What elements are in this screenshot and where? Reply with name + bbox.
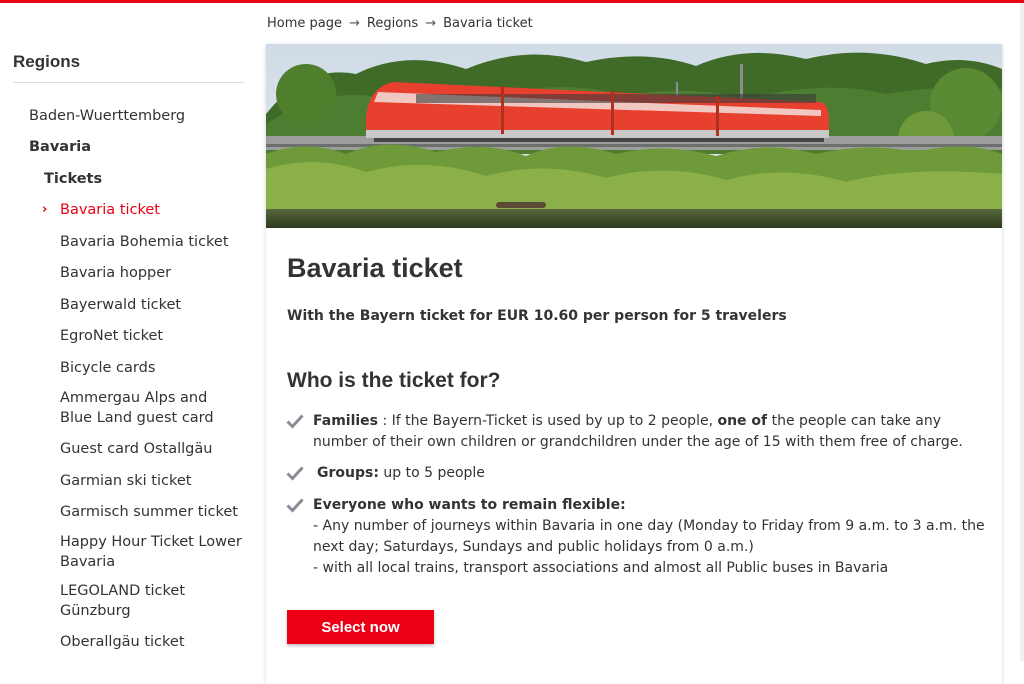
feature-flexible: Everyone who wants to remain flexible: -… <box>286 495 986 581</box>
feature-body: up to 5 people <box>378 465 485 481</box>
sidebar-item-baden-wuerttemberg[interactable]: Baden-Wuerttemberg <box>29 106 185 126</box>
sidebar-item-bavaria-bohemia-ticket[interactable]: Bavaria Bohemia ticket <box>60 232 229 252</box>
sidebar-item-egronet-ticket[interactable]: EgroNet ticket <box>60 326 163 346</box>
sidebar-item-tickets[interactable]: Tickets <box>44 169 102 189</box>
sidebar-item-bayerwald-ticket[interactable]: Bayerwald ticket <box>60 295 181 315</box>
select-now-button[interactable]: Select now <box>287 610 434 644</box>
feature-emphasis: one of <box>717 413 768 429</box>
sidebar-item-guest-card-ostallgau[interactable]: Guest card Ostallgäu <box>60 439 212 459</box>
check-icon <box>286 414 304 429</box>
breadcrumb-regions[interactable]: Regions <box>367 16 418 31</box>
feature-line: - with all local trains, transport assoc… <box>313 560 889 576</box>
chevron-right-icon: › <box>42 202 48 217</box>
arrow-right-icon: → <box>425 15 437 31</box>
feature-body: : If the Bayern-Ticket is used by up to … <box>378 413 718 429</box>
scrollbar-track[interactable] <box>1020 3 1024 661</box>
sidebar-title: Regions <box>13 48 244 83</box>
sidebar-item-bavaria-hopper[interactable]: Bavaria hopper <box>60 263 171 283</box>
feature-heading: Groups: <box>317 465 379 481</box>
sidebar-item-garmian-ski-ticket[interactable]: Garmian ski ticket <box>60 471 191 491</box>
feature-groups-text: Groups: up to 5 people <box>317 463 997 484</box>
check-icon <box>286 498 304 513</box>
feature-line: - Any number of journeys within Bavaria … <box>313 518 985 555</box>
arrow-right-icon: → <box>349 15 360 31</box>
breadcrumb-current: Bavaria ticket <box>443 15 533 31</box>
sidebar-nav: Regions Baden-Wuerttemberg Bavaria Ticke… <box>13 48 244 650</box>
sidebar-item-label: Bavaria ticket <box>60 202 160 218</box>
page-title: Bavaria ticket <box>287 253 463 283</box>
sidebar-item-happy-hour-ticket[interactable]: Happy Hour Ticket Lower Bavaria <box>60 532 242 572</box>
sidebar-item-ammergau-guest-card[interactable]: Ammergau Alps and Blue Land guest card <box>60 388 238 428</box>
top-accent-bar <box>0 0 1024 3</box>
ticket-price-subtitle: With the Bayern ticket for EUR 10.60 per… <box>287 308 787 324</box>
section-title: Who is the ticket for? <box>287 369 501 392</box>
ticket-content-card: Bavaria ticket With the Bayern ticket fo… <box>266 44 1002 684</box>
sidebar-item-bavaria-ticket[interactable]: › Bavaria ticket <box>42 200 160 220</box>
sidebar-item-bicycle-cards[interactable]: Bicycle cards <box>60 358 155 378</box>
hero-train-image <box>266 44 1002 228</box>
sidebar-item-oberallgau-ticket[interactable]: Oberallgäu ticket <box>60 632 185 652</box>
feature-heading: Families <box>313 413 379 429</box>
sidebar-item-legoland-ticket[interactable]: LEGOLAND ticket Günzburg <box>60 581 210 621</box>
sidebar-item-garmisch-summer-ticket[interactable]: Garmisch summer ticket <box>60 502 238 522</box>
feature-flexible-text: Everyone who wants to remain flexible: -… <box>313 495 993 579</box>
breadcrumb-home[interactable]: Home page <box>267 16 342 31</box>
feature-families: Families : If the Bayern-Ticket is used … <box>286 411 986 455</box>
breadcrumb: Home page → Regions → Bavaria ticket <box>267 14 533 32</box>
check-icon <box>286 466 304 481</box>
feature-families-text: Families : If the Bayern-Ticket is used … <box>313 411 993 453</box>
sidebar-item-bavaria[interactable]: Bavaria <box>29 137 91 157</box>
feature-groups: Groups: up to 5 people <box>286 463 986 485</box>
feature-heading: Everyone who wants to remain flexible: <box>313 497 626 513</box>
